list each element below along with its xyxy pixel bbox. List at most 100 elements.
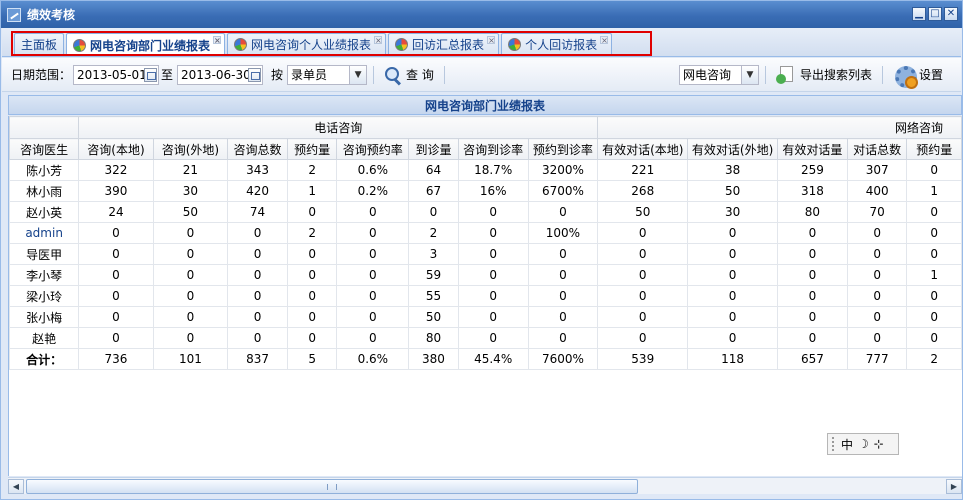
table-cell: 0.2% [336, 180, 410, 202]
minimize-icon[interactable]: ▁ [912, 7, 926, 21]
table-row[interactable]: 陈小芳 322 21 343 2 0.6% 64 18.7% 3200% 221 38 259 307 0 [9, 159, 962, 181]
row-doctor-name: 梁小玲 [9, 285, 80, 307]
settings-button[interactable]: 设置 [889, 62, 947, 89]
tab-close-icon[interactable]: × [600, 36, 609, 45]
table-cell: 0 [597, 306, 689, 328]
query-button[interactable]: 查 询 [380, 62, 438, 88]
table-row[interactable]: 李小琴 0 0 0 0 0 59 0 0 0 0 0 0 1 [9, 264, 962, 286]
calendar-icon[interactable] [144, 67, 158, 82]
horizontal-scrollbar[interactable]: ◀ ▶ [8, 477, 962, 494]
total-cell: 5 [286, 348, 338, 370]
column-header[interactable]: 对话总数 [846, 138, 908, 160]
table-row[interactable]: 赵小英 24 50 74 0 0 0 0 0 50 30 80 70 0 [9, 201, 962, 223]
chevron-down-icon[interactable]: ▼ [349, 65, 367, 84]
column-header[interactable]: 预约量 [286, 138, 338, 160]
column-header[interactable]: 预约到诊率 [527, 138, 599, 160]
table-cell: 0 [336, 327, 410, 349]
export-button[interactable]: 导出搜索列表 [772, 62, 876, 88]
ime-lang[interactable]: 中 [841, 436, 853, 453]
close-icon[interactable]: ✕ [944, 7, 958, 21]
column-header[interactable]: 有效对话(外地) [687, 138, 779, 160]
table-cell: 0 [227, 243, 288, 265]
table-cell: 0 [597, 285, 689, 307]
column-header[interactable]: 预约量 [906, 138, 962, 160]
table-row[interactable]: 林小雨 390 30 420 1 0.2% 67 16% 6700% 268 50 318 400 1 [9, 180, 962, 202]
tab-3[interactable]: 回访汇总报表 × [388, 33, 500, 55]
total-label: 合计： [9, 348, 80, 370]
maximize-icon[interactable]: □ [928, 7, 942, 21]
calendar-icon[interactable] [248, 67, 262, 82]
column-header[interactable]: 有效对话(本地) [597, 138, 689, 160]
column-header[interactable]: 咨询预约率 [336, 138, 410, 160]
table-cell: 0 [527, 264, 599, 286]
table-cell: 0 [777, 222, 848, 244]
table-cell: 0 [336, 306, 410, 328]
moon-icon[interactable]: ☽ [858, 437, 869, 451]
table-cell: 50 [597, 201, 689, 223]
tab-2[interactable]: 网电咨询个人业绩报表 × [227, 33, 387, 55]
tab-close-icon[interactable]: × [487, 36, 496, 45]
date-from-field[interactable]: 2013-05-01 [73, 64, 160, 85]
tab-close-icon[interactable]: × [374, 36, 383, 45]
tab-1[interactable]: 网电咨询部门业绩报表 × [66, 33, 226, 56]
table-cell: 0 [846, 243, 908, 265]
table-cell: 50 [152, 201, 229, 223]
total-cell: 736 [78, 348, 154, 370]
table-row[interactable]: 导医甲 0 0 0 0 0 3 0 0 0 0 0 0 0 [9, 243, 962, 265]
toolbar: 日期范围： 2013-05-01 至 2013-06-30 按 录单员 ▼ 查 … [2, 58, 961, 92]
row-doctor-name: 李小琴 [9, 264, 80, 286]
table-cell: 0 [527, 327, 599, 349]
table-cell: 50 [687, 180, 779, 202]
table-cell: 0 [336, 243, 410, 265]
scroll-right-icon[interactable]: ▶ [946, 479, 962, 494]
table-row[interactable]: 梁小玲 0 0 0 0 0 55 0 0 0 0 0 0 0 [9, 285, 962, 307]
table-cell: 3 [408, 243, 459, 265]
group-by-select[interactable]: 录单员 ▼ [287, 64, 368, 85]
column-header[interactable]: 到诊量 [408, 138, 459, 160]
column-header[interactable]: 咨询医生 [9, 138, 80, 160]
table-cell: 0 [846, 327, 908, 349]
search-icon [384, 66, 402, 84]
table-cell: 0 [527, 306, 599, 328]
toolbar-divider [764, 65, 766, 84]
table-cell: 0 [457, 285, 529, 307]
table-cell: 0 [227, 306, 288, 328]
column-header[interactable]: 咨询(本地) [78, 138, 154, 160]
table-row[interactable]: 赵艳 0 0 0 0 0 80 0 0 0 0 0 0 0 [9, 327, 962, 349]
punctuation-icon[interactable]: ⊹ [874, 437, 884, 451]
scroll-left-icon[interactable]: ◀ [8, 479, 24, 494]
tabs: 主面板 网电咨询部门业绩报表 × 网电咨询个人业绩报表 × 回访汇总报表 × 个人回访报表 × [14, 33, 614, 56]
chevron-down-icon[interactable]: ▼ [740, 65, 758, 84]
ime-toolbar[interactable]: 中 ☽ ⊹ [827, 433, 899, 455]
tab-4[interactable]: 个人回访报表 × [501, 33, 613, 55]
total-cell: 45.4% [457, 348, 529, 370]
table-cell: 0.6% [336, 159, 410, 181]
total-row[interactable]: 合计： 736 101 837 5 0.6% 380 45.4% 7600% 539 118 657 7… [9, 348, 962, 370]
table-cell: 64 [408, 159, 459, 181]
column-header-row: 咨询医生 咨询(本地) 咨询(外地) 咨询总数 预约量 咨询预约率 到诊量 咨询到诊率 预约到诊… [9, 138, 962, 160]
table-row[interactable]: admin 0 0 0 2 0 2 0 100% 0 0 0 0 0 [9, 222, 962, 244]
column-header[interactable]: 咨询总数 [227, 138, 288, 160]
report-grid[interactable]: 电话咨询 网络咨询 咨询医生 咨询(本地) 咨询(外地) 咨询总数 预约量 咨询预约率 到诊… [8, 116, 962, 476]
gear-icon [893, 64, 918, 89]
column-header[interactable]: 咨询(外地) [152, 138, 229, 160]
table-cell: 0 [457, 306, 529, 328]
tab-0[interactable]: 主面板 [14, 33, 65, 55]
drag-handle-icon[interactable] [832, 437, 836, 451]
scroll-thumb[interactable] [26, 479, 638, 494]
report-pie-icon [73, 38, 87, 52]
table-cell: 0 [286, 264, 338, 286]
table-row[interactable]: 张小梅 0 0 0 0 0 50 0 0 0 0 0 0 0 [9, 306, 962, 328]
column-header[interactable]: 有效对话量 [777, 138, 848, 160]
column-header[interactable]: 咨询到诊率 [457, 138, 529, 160]
table-cell: 0 [906, 306, 962, 328]
tab-close-icon[interactable]: × [213, 36, 222, 45]
table-cell: 30 [152, 180, 229, 202]
table-cell: 0 [78, 327, 154, 349]
table-cell: 0 [227, 327, 288, 349]
table-cell: 0 [286, 201, 338, 223]
table-cell: 0 [906, 201, 962, 223]
date-to-field[interactable]: 2013-06-30 [177, 64, 264, 85]
department-select[interactable]: 网电咨询 ▼ [678, 64, 759, 85]
window-titlebar[interactable]: 绩效考核 ▁ □ ✕ [1, 1, 962, 28]
